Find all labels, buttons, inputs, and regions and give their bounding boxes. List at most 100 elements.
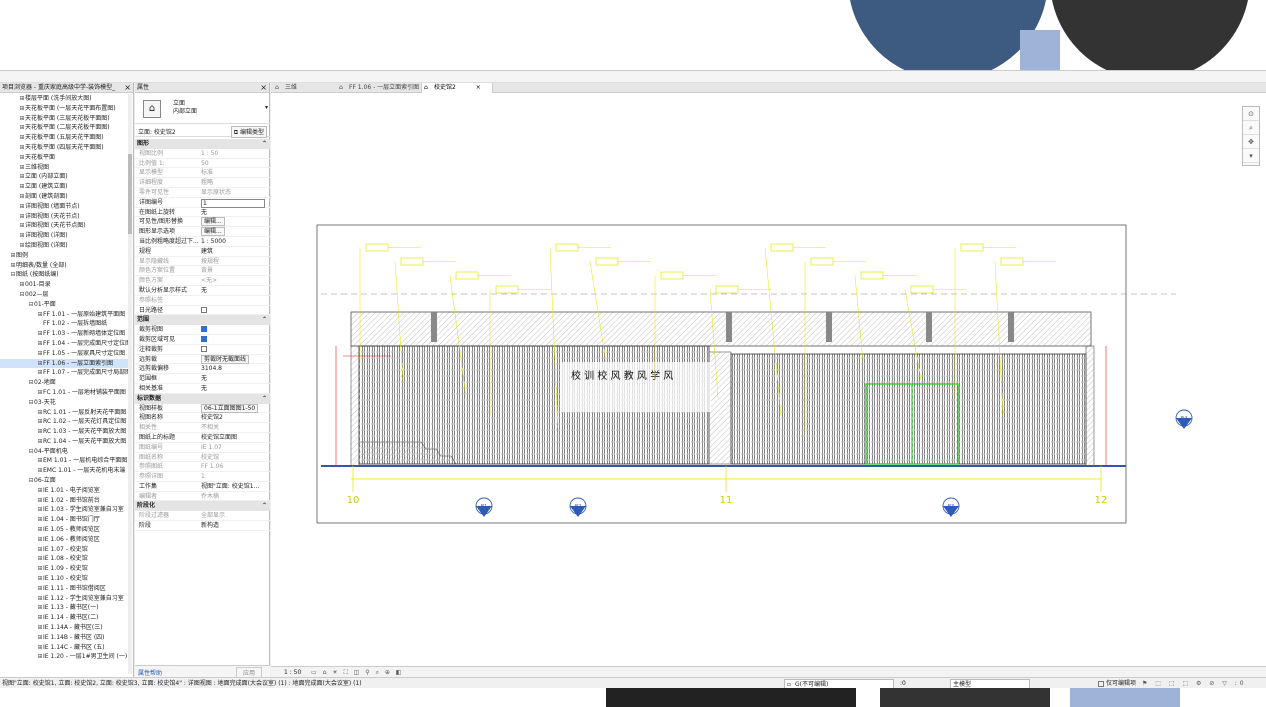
tree-item[interactable]: ⊞IE 1.10 - 校史馆: [0, 574, 128, 584]
tree-item[interactable]: ⊞FF 1.04 - 一层完成面尺寸定位图: [0, 339, 128, 349]
zoom-icon[interactable]: ⌕: [1243, 121, 1259, 135]
close-icon[interactable]: ×: [260, 83, 267, 92]
tree-item[interactable]: ⊞IE 1.05 - 教师阅览区: [0, 525, 128, 535]
property-group-header[interactable]: 阶段化 ⌃: [135, 501, 270, 512]
property-value[interactable]: 校史馆2: [201, 413, 265, 423]
property-value[interactable]: 校史馆立面图: [201, 433, 265, 443]
property-value[interactable]: 剪裁时无截面线: [201, 354, 265, 365]
property-group-header[interactable]: 标识数据 ⌃: [135, 393, 270, 404]
chevron-down-icon[interactable]: ▾: [1243, 149, 1259, 163]
grid-line[interactable]: 10: [347, 466, 360, 506]
tree-item[interactable]: ⊞FF 1.06 - 一层立面索引图: [0, 358, 128, 369]
tree-item[interactable]: ⊞IE 1.09 - 校史馆: [0, 564, 128, 574]
checkbox[interactable]: [201, 326, 207, 333]
tree-item[interactable]: ⊞图例: [0, 251, 128, 261]
tree-item[interactable]: ⊞IE 1.03 - 学生阅览室兼自习室: [0, 505, 128, 515]
tree-item[interactable]: FF 1.02 - 一层拆墙图纸: [0, 319, 128, 329]
instance-filter-row[interactable]: 立面: 校史馆2 ⧉ 编辑类型: [135, 125, 270, 138]
property-edit-button[interactable]: 编辑...: [201, 217, 225, 227]
tree-item[interactable]: ⊞剖面 (建筑剖面): [0, 192, 128, 202]
chevron-down-icon[interactable]: ▾: [265, 104, 268, 111]
scrollbar[interactable]: [128, 94, 132, 674]
section-mark[interactable]: B1: [475, 497, 493, 517]
navigation-bar[interactable]: ⊙ ⌕ ✥ ▾: [1242, 106, 1260, 166]
tab-view[interactable]: ⌂ 三维: [273, 83, 333, 93]
tree-item[interactable]: ⊞天花板平面 (五层天花平面图): [0, 133, 128, 143]
property-value[interactable]: 新构造: [201, 521, 265, 531]
tree-item[interactable]: ⊞FF 1.03 - 一层新砌墙体定位图: [0, 329, 128, 339]
tree-item[interactable]: ⊞天花板平面 (四层天花平面图): [0, 143, 128, 153]
tree-item[interactable]: ⊟图纸 (按图纸编): [0, 270, 128, 280]
tree-item[interactable]: ⊞EMC 1.01 - 一层天花机电末端: [0, 466, 128, 476]
tree-item[interactable]: ⊟06-立面: [0, 476, 128, 486]
property-value[interactable]: [201, 306, 265, 316]
tree-item[interactable]: ⊞详图视图 (墙面节点): [0, 202, 128, 212]
property-edit-button[interactable]: 06-1立面图图1-50: [201, 403, 259, 413]
property-value[interactable]: [201, 335, 265, 345]
property-value[interactable]: 1: [201, 198, 265, 208]
property-value[interactable]: 无: [201, 384, 265, 394]
tree-item[interactable]: ⊞绘图视图 (详图): [0, 241, 128, 251]
tree-item[interactable]: ⊟002—层: [0, 290, 128, 300]
property-group-header[interactable]: 图形 ⌃: [135, 139, 270, 149]
tab-view[interactable]: ⌂ FF 1.06 - 一层立面索引图: [337, 83, 419, 93]
tree-item[interactable]: ⊟01-平面: [0, 300, 128, 310]
tree-item[interactable]: ⊞三维视图: [0, 163, 128, 173]
tree-item[interactable]: ⊞EM 1.01 - 一层机电综合平面图: [0, 456, 128, 466]
checkbox[interactable]: [1098, 680, 1104, 687]
collapse-icon[interactable]: ⌃: [262, 501, 267, 511]
property-value[interactable]: 06-1立面图图1-50: [201, 403, 265, 414]
property-value[interactable]: [201, 325, 265, 335]
tree-item[interactable]: ⊞FC 1.01 - 一层地材铺装平面图: [0, 388, 128, 398]
type-selector[interactable]: ⌂ 立面 内部立面 ▾: [135, 94, 270, 124]
tree-item[interactable]: ⊟04-平面机电: [0, 447, 128, 457]
drawing-canvas[interactable]: 校 训 校 风 教 风 学 风 10 11 12 B1 B2 B3 B4 ⊙ ⌕…: [271, 94, 1266, 665]
grid-line[interactable]: 11: [720, 466, 733, 506]
tree-item[interactable]: ⊞IE 1.04 - 图书馆门厅: [0, 515, 128, 525]
tree-item[interactable]: ⊞RC 1.02 - 一层天花灯具定位图: [0, 417, 128, 427]
section-mark[interactable]: B4: [1175, 409, 1193, 429]
tree-item[interactable]: ⊞楼层平面 (洗手间放大图): [0, 94, 128, 104]
tree-item[interactable]: ⊞立面 (内部立面): [0, 172, 128, 182]
tree-item[interactable]: ⊞IE 1.13 - 藏书区(一): [0, 603, 128, 613]
pan-icon[interactable]: ✥: [1243, 135, 1259, 149]
tree-item[interactable]: ⊞001-目录: [0, 280, 128, 290]
property-value[interactable]: 建筑: [201, 247, 265, 257]
checkbox[interactable]: [201, 335, 207, 342]
tree-item[interactable]: ⊞FF 1.07 - 一层完成面尺寸局部图: [0, 368, 128, 378]
tree-item[interactable]: ⊞IE 1.06 - 教师阅览区: [0, 535, 128, 545]
tree-item[interactable]: ⊞IE 1.11 - 图书馆借阅区: [0, 584, 128, 594]
properties-help-link[interactable]: 属性帮助: [138, 668, 162, 677]
tree-item[interactable]: ⊞FF 1.01 - 一层原始建筑平面图: [0, 310, 128, 320]
checkbox[interactable]: [201, 345, 207, 352]
tree-item[interactable]: ⊞天花板平面: [0, 153, 128, 163]
close-icon[interactable]: ×: [474, 84, 481, 91]
steering-wheel-icon[interactable]: ⊙: [1243, 107, 1259, 121]
property-value[interactable]: 无: [201, 208, 265, 218]
scrollbar-thumb[interactable]: [128, 154, 132, 234]
tree-item[interactable]: ⊞RC 1.01 - 一层反射天花平面图: [0, 408, 128, 418]
collapse-icon[interactable]: ⌃: [262, 394, 267, 404]
tree-item[interactable]: ⊞IE 1.20 - 一层1#男卫生间 (一): [0, 652, 128, 662]
property-value[interactable]: 编辑...: [201, 217, 265, 227]
tree-item[interactable]: ⊟02-地面: [0, 378, 128, 388]
tree-item[interactable]: ⊞FF 1.05 - 一层家具尺寸定位图: [0, 349, 128, 359]
collapse-icon[interactable]: ⌃: [262, 315, 267, 325]
property-edit-button[interactable]: 编辑...: [201, 227, 225, 237]
property-value[interactable]: 3104.8: [201, 364, 265, 374]
tree-item[interactable]: ⊞RC 1.03 - 一层天花平面放大图: [0, 427, 128, 437]
tree-item[interactable]: ⊞RC 1.04 - 一层天花平面放大图: [0, 437, 128, 447]
tree-item[interactable]: ⊞IE 1.01 - 电子阅览室: [0, 486, 128, 496]
instance-filter-label[interactable]: 立面: 校史馆2: [138, 127, 176, 136]
tree-item[interactable]: ⊞详图视图 (天花节点图): [0, 221, 128, 231]
property-edit-button[interactable]: 剪裁时无截面线: [201, 354, 250, 364]
tree-item[interactable]: ⊞IE 1.14B - 藏书区 (四): [0, 633, 128, 643]
property-value[interactable]: 无: [201, 374, 265, 384]
tab-view[interactable]: ⌂ 校史馆2 ×: [421, 83, 493, 93]
property-value[interactable]: 1 : 5000: [201, 237, 265, 247]
grid-line[interactable]: 12: [1095, 466, 1108, 506]
tree-item[interactable]: ⊞IE 1.08 - 校史馆: [0, 554, 128, 564]
property-value[interactable]: 编辑...: [201, 227, 265, 237]
section-mark[interactable]: B2: [569, 497, 587, 517]
close-icon[interactable]: ×: [124, 83, 131, 92]
